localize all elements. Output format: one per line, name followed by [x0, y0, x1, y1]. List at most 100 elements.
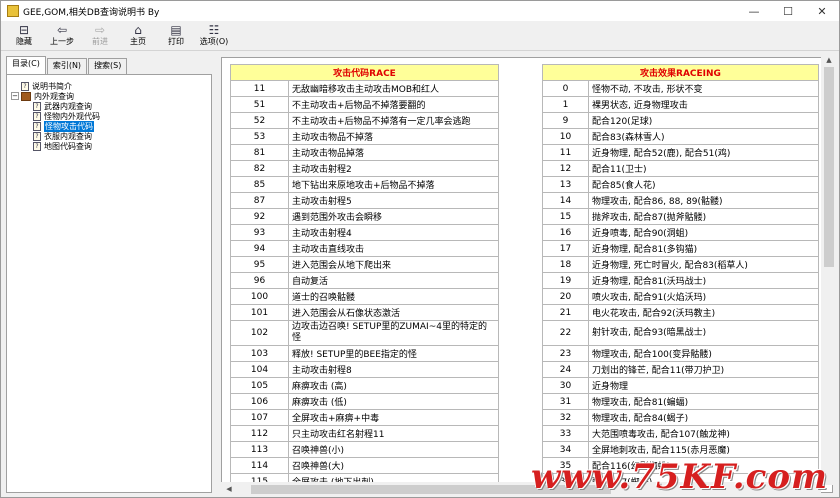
raceimg-code: 1 — [542, 96, 589, 113]
toolbar-button-1[interactable]: ⇦ 上一步 — [43, 21, 81, 51]
raceimg-description: 刀划出的锋芒, 配合11(带刀护卫) — [588, 361, 819, 378]
raceimg-description: 物理攻击, 配合84(蝎子) — [588, 409, 819, 426]
toolbar-button-0[interactable]: ⊟ 隐藏 — [5, 21, 43, 51]
race-description: 道士的召唤骷髅 — [288, 288, 499, 305]
tab-2[interactable]: 搜索(S) — [88, 58, 128, 74]
collapse-toggle-icon[interactable]: − — [11, 92, 19, 100]
race-description: 召唤神兽(大) — [288, 457, 499, 474]
race-code: 101 — [230, 304, 289, 321]
column-gap — [498, 160, 543, 177]
column-gap — [498, 288, 543, 305]
minimize-button[interactable]: — — [737, 1, 771, 21]
watermark-text: www.75KF.com — [531, 457, 828, 497]
toolbar-button-label: 选项(O) — [199, 37, 229, 46]
toolbar-button-5[interactable]: ☷ 选项(O) — [195, 21, 233, 51]
options-icon: ☷ — [208, 23, 220, 37]
scroll-left-arrow-icon[interactable]: ◀ — [221, 482, 237, 496]
race-code: 95 — [230, 256, 289, 273]
raceimg-description: 物理攻击, 配合81(蝙蝠) — [588, 393, 819, 410]
race-code: 113 — [230, 441, 289, 458]
tree-item[interactable]: ? 地图代码查询 — [11, 141, 207, 151]
toolbar-button-label: 隐藏 — [16, 37, 32, 46]
race-code: 53 — [230, 128, 289, 145]
help-window: GEE,GOM,相关DB查询说明书 By — ☐ ✕ ⊟ 隐藏 ⇦ 上一步 ⇨ 前进 ⌂ 主页… — [0, 0, 840, 498]
race-description: 主动攻击射程2 — [288, 160, 499, 177]
column-gap — [498, 112, 543, 129]
raceimg-description: 近身物理 — [588, 377, 819, 394]
site-watermark: www.75KF.com — [531, 457, 836, 497]
table-row: 94 主动攻击直线攻击 17 近身物理, 配合81(多钩猫) — [230, 240, 819, 257]
maximize-button[interactable]: ☐ — [771, 1, 805, 21]
table-row: 106 麻痹攻击 (低) 31 物理攻击, 配合81(蝙蝠) — [230, 393, 819, 410]
app-icon — [7, 5, 19, 17]
vertical-scroll-thumb[interactable] — [824, 67, 834, 267]
race-description: 主动攻击射程4 — [288, 224, 499, 241]
book-icon — [21, 91, 31, 101]
raceimg-code: 19 — [542, 272, 589, 289]
column-gap — [498, 345, 543, 362]
topic-content: 攻击代码RACE 攻击效果RACEING 11 无敌幽暗移攻击主动攻击MOB和红人 0 怪… — [221, 57, 833, 493]
toolbar-button-4[interactable]: ▤ 打印 — [157, 21, 195, 51]
race-code: 96 — [230, 272, 289, 289]
raceimg-code: 32 — [542, 409, 589, 426]
column-gap — [498, 192, 543, 209]
raceimg-code: 31 — [542, 393, 589, 410]
navigation-pane: 目录(C) 索引(N) 搜索(S) ? 说明书简介 − 内外观查询? 武器内观查询? 怪物内外… — [6, 56, 212, 493]
vertical-scrollbar[interactable]: ▲ — [821, 53, 837, 485]
table-row: 104 主动攻击射程8 24 刀划出的锋芒, 配合11(带刀护卫) — [230, 361, 819, 378]
table-row: 87 主动攻击射程5 14 物理攻击, 配合86, 88, 89(骷髅) — [230, 192, 819, 209]
race-code: 92 — [230, 208, 289, 225]
raceimg-description: 怪物不动, 不攻击, 形状不变 — [588, 80, 819, 97]
race-description: 主动攻击直线攻击 — [288, 240, 499, 257]
table-row: 103 释放! SETUP里的BEE指定的怪 23 物理攻击, 配合100(变异骷髅) — [230, 345, 819, 362]
raceimg-code: 0 — [542, 80, 589, 97]
help-topic-icon: ? — [33, 131, 41, 141]
column-gap — [498, 361, 543, 378]
toolbar-button-3[interactable]: ⌂ 主页 — [119, 21, 157, 51]
race-description: 进入范围会从地下爬出来 — [288, 256, 499, 273]
pane-splitter[interactable] — [215, 56, 219, 493]
tree-item[interactable]: ? 衣服内观查询 — [11, 131, 207, 141]
nav-tabs: 目录(C) 索引(N) 搜索(S) — [6, 56, 212, 74]
tab-0[interactable]: 目录(C) — [6, 56, 46, 74]
left-column-header: 攻击代码RACE — [230, 64, 499, 81]
raceimg-code: 15 — [542, 208, 589, 225]
raceimg-code: 21 — [542, 304, 589, 321]
tree-item[interactable]: ? 怪物攻击代码 — [11, 120, 207, 132]
table-row: 105 麻痹攻击 (高) 30 近身物理 — [230, 377, 819, 394]
race-code: 104 — [230, 361, 289, 378]
race-description: 自动复活 — [288, 272, 499, 289]
column-gap — [498, 425, 543, 442]
back-arrow-icon: ⇦ — [56, 23, 68, 37]
table-row: 96 自动复活 19 近身物理, 配合81(沃玛战士) — [230, 272, 819, 289]
raceimg-code: 23 — [542, 345, 589, 362]
race-description: 主动攻击物品不掉落 — [288, 128, 499, 145]
race-code: 51 — [230, 96, 289, 113]
table-row: 11 无敌幽暗移攻击主动攻击MOB和红人 0 怪物不动, 不攻击, 形状不变 — [230, 80, 819, 97]
column-gap — [498, 144, 543, 161]
column-gap — [498, 80, 543, 97]
tree-item[interactable]: − 内外观查询 — [11, 91, 207, 101]
tree-item[interactable]: ? 说明书简介 — [11, 81, 207, 91]
tab-1[interactable]: 索引(N) — [46, 58, 88, 74]
tree-item[interactable]: ? 武器内观查询 — [11, 101, 207, 111]
table-row: 85 地下钻出来原地攻击+后物品不掉落 13 配合85(食人花) — [230, 176, 819, 193]
raceimg-code: 14 — [542, 192, 589, 209]
toolbar-button-2[interactable]: ⇨ 前进 — [81, 21, 119, 51]
race-code: 85 — [230, 176, 289, 193]
raceimg-code: 20 — [542, 288, 589, 305]
column-gap — [498, 240, 543, 257]
scroll-up-arrow-icon[interactable]: ▲ — [821, 53, 837, 67]
toolbar-button-label: 上一步 — [50, 37, 74, 46]
title-bar[interactable]: GEE,GOM,相关DB查询说明书 By — ☐ ✕ — [1, 1, 839, 21]
race-description: 主动攻击射程5 — [288, 192, 499, 209]
race-code: 82 — [230, 160, 289, 177]
raceimg-description: 近身物理, 死亡时冒火, 配合83(稻草人) — [588, 256, 819, 273]
race-code: 105 — [230, 377, 289, 394]
close-button[interactable]: ✕ — [805, 1, 839, 21]
tree-item[interactable]: ? 怪物内外观代码 — [11, 111, 207, 121]
toolbar-button-label: 前进 — [92, 37, 108, 46]
raceimg-code: 16 — [542, 224, 589, 241]
raceimg-code: 24 — [542, 361, 589, 378]
toolbar-button-label: 打印 — [168, 37, 184, 46]
